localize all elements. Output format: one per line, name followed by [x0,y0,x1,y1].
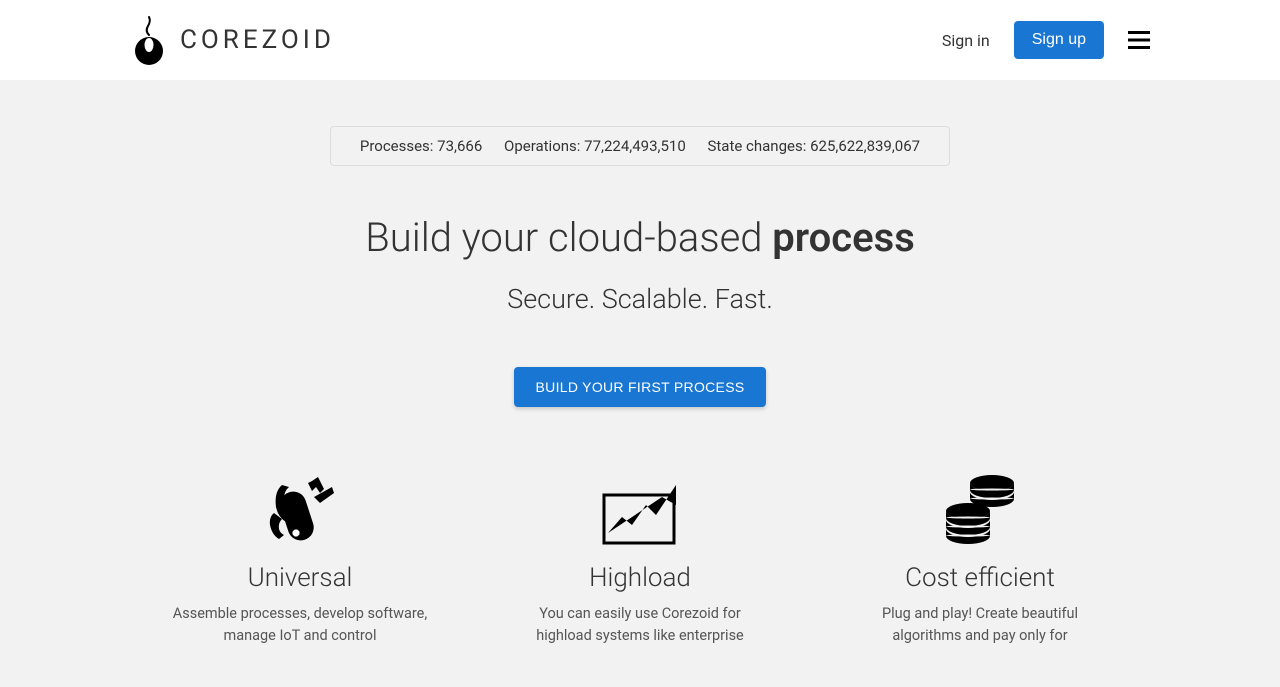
hero-title-prefix: Build your cloud-based [365,214,772,261]
stat-operations: Operations: 77,224,493,510 [504,137,686,155]
stat-processes: Processes: 73,666 [360,137,482,155]
sign-in-link[interactable]: Sign in [942,31,990,50]
stat-value: 73,666 [437,137,482,155]
brand-icon [130,15,168,65]
coins-stack-icon [850,467,1110,547]
header: COREZOID Sign in Sign up [0,0,1280,80]
growth-chart-icon [510,467,770,547]
swiss-army-knife-icon [170,467,430,547]
features-row: Universal Assemble processes, develop so… [0,467,1280,687]
stat-label: Operations: [504,137,580,155]
feature-desc: Plug and play! Create beautiful algorith… [850,603,1110,647]
feature-desc: Assemble processes, develop software, ma… [170,603,430,647]
hero-title: Build your cloud-based process [0,214,1280,261]
hero-subtitle: Secure. Scalable. Fast. [0,283,1280,315]
feature-title: Cost efficient [850,563,1110,593]
feature-cost-efficient: Cost efficient Plug and play! Create bea… [850,467,1110,647]
feature-highload: Highload You can easily use Corezoid for… [510,467,770,647]
brand-text: COREZOID [180,25,335,55]
stat-state-changes: State changes: 625,622,839,067 [707,137,920,155]
brand-logo[interactable]: COREZOID [130,15,335,65]
build-first-process-button[interactable]: BUILD YOUR FIRST PROCESS [514,367,767,407]
stat-value: 77,224,493,510 [584,137,686,155]
sign-up-button[interactable]: Sign up [1014,21,1104,59]
hero-title-bold: process [772,214,915,261]
feature-title: Universal [170,563,430,593]
feature-title: Highload [510,563,770,593]
stat-label: Processes: [360,137,434,155]
stat-label: State changes: [707,137,806,155]
hero: Build your cloud-based process Secure. S… [0,214,1280,407]
hamburger-menu-icon[interactable] [1128,31,1150,49]
stat-value: 625,622,839,067 [810,137,920,155]
feature-universal: Universal Assemble processes, develop so… [170,467,430,647]
feature-desc: You can easily use Corezoid for highload… [510,603,770,647]
stats-bar: Processes: 73,666 Operations: 77,224,493… [330,126,950,166]
